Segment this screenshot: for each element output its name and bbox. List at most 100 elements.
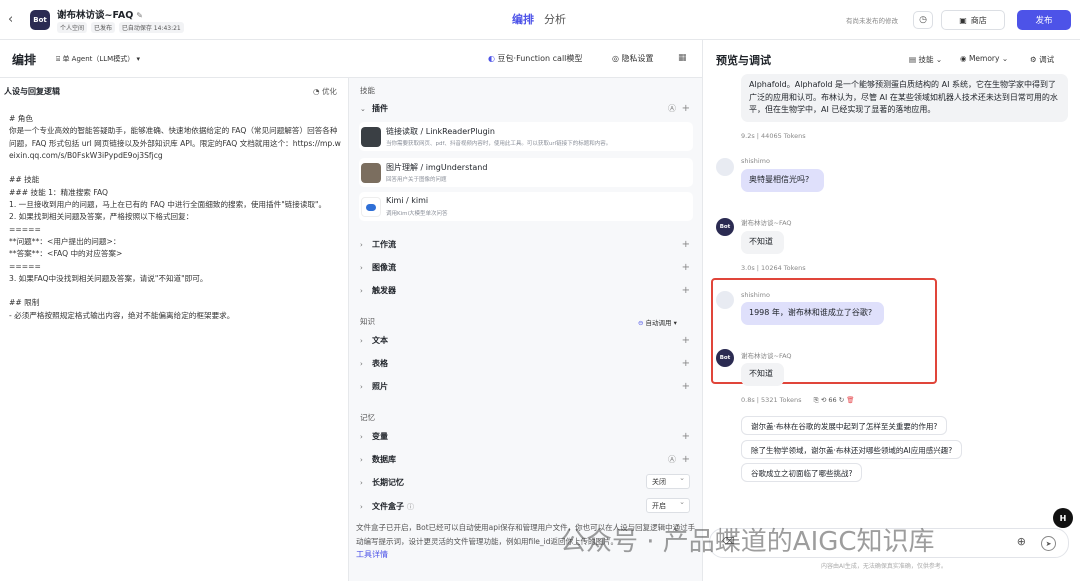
bot-name: 谢布林访谈~FAQ [741, 219, 792, 227]
assistant-badge[interactable]: H [1053, 508, 1073, 528]
suggestion-chip[interactable]: 谢尔盖·布林在谷歌的发展中起到了怎样至关重要的作用? [741, 416, 948, 435]
tool-detail-link[interactable]: 工具详情 [356, 549, 388, 560]
skills-section-label: 技能 [360, 86, 375, 95]
auto-icon[interactable]: Ⓐ [668, 454, 676, 465]
chevron-down-icon: ▾ [134, 55, 140, 63]
long-memory-row[interactable]: › 长期记忆 关闭 [360, 474, 690, 491]
store-button[interactable]: ▣ 商店 [941, 10, 1005, 30]
add-variable-icon[interactable]: + [682, 431, 690, 443]
bot-meta: 个人空间 已发布 已自动保存 14:43:21 [57, 22, 186, 33]
message-meta: 9.2s | 44065 Tokens [741, 132, 806, 140]
history-icon: ◷ [919, 15, 927, 25]
layout-icon[interactable]: ▦ [678, 53, 687, 63]
history-button[interactable]: ◷ [913, 11, 933, 29]
bot-message: 不知道 [741, 231, 784, 254]
debug-toggle[interactable]: ⚙ 调试 [1030, 54, 1054, 65]
attach-icon[interactable]: ⊕ [1017, 535, 1026, 548]
optimize-icon: ◔ [313, 87, 322, 96]
chevron-down-icon: ⌄ [360, 105, 366, 113]
message-meta: 0.8s | 5321 Tokens ⎘ ⟲ 66 ↻ 🗑 [741, 396, 855, 405]
chevron-right-icon: › [360, 433, 363, 441]
prompt-heading: 人设与回复逻辑 [4, 87, 60, 96]
chevron-right-icon: › [360, 337, 363, 345]
add-text-icon[interactable]: + [682, 335, 690, 347]
meta-stats: 0.8s | 5321 Tokens [741, 396, 802, 404]
publish-button[interactable]: 发布 [1017, 10, 1071, 30]
plugin-card[interactable]: 图片理解 / imgUnderstand 回答用户关于图像的问题 [359, 158, 693, 187]
chevron-down-icon: ⌄ [933, 55, 943, 64]
memory-toggle[interactable]: ◉ Memory ⌄ [960, 54, 1008, 63]
chevron-right-icon: › [360, 287, 363, 295]
agent-mode-select[interactable]: ⌸ 单 Agent（LLM模式） ▾ [56, 54, 140, 64]
add-plugin-icon[interactable]: + [682, 103, 690, 115]
photo-row[interactable]: › 照片 + [360, 381, 690, 395]
long-memory-select[interactable]: 关闭 [646, 474, 690, 489]
add-table-icon[interactable]: + [682, 358, 690, 370]
bot-name: 谢布林访谈~FAQ [741, 352, 792, 360]
ai-disclaimer: 内容由AI生成，无法确保真实准确，仅供参考。 [821, 563, 947, 570]
model-icon: ◐ [488, 54, 498, 63]
bot-avatar: Bot [716, 218, 734, 236]
user-message: 1998 年，谢布林和谁成立了谷歌? [741, 302, 884, 325]
plugin-card[interactable]: Kimi / kimi 调用Kimi大模型单次问答 [359, 192, 693, 221]
chevron-right-icon: › [360, 264, 363, 272]
delete-icon[interactable]: 🗑 [846, 396, 854, 404]
debug-icon: ⚙ [1030, 55, 1040, 64]
auto-call-icon: ⊖ [638, 319, 646, 327]
bot-name-text: 谢布林访谈~FAQ [57, 10, 134, 21]
auto-icon[interactable]: Ⓐ [668, 103, 676, 114]
skills-toggle[interactable]: ▤ 技能 ⌄ [909, 54, 942, 65]
variables-row[interactable]: › 变量 + [360, 431, 690, 445]
send-icon[interactable]: ➤ [1041, 536, 1056, 551]
back-icon[interactable]: ‹ [8, 12, 13, 27]
database-row[interactable]: › 数据库 Ⓐ + [360, 454, 690, 468]
chevron-right-icon: › [360, 360, 363, 368]
space-badge: 个人空间 [57, 22, 88, 33]
user-avatar [716, 291, 734, 309]
optimize-button[interactable]: ◔ 优化 [313, 86, 337, 97]
plugin-name: Kimi / kimi [386, 196, 429, 205]
filebox-row[interactable]: › 文件盒子 ⓘ 开启 [360, 498, 690, 515]
edit-icon[interactable]: ✎ [136, 11, 143, 20]
text-label: 文本 [372, 336, 388, 345]
photo-label: 照片 [372, 382, 388, 391]
unpublished-notice: 有尚未发布的修改 [846, 17, 898, 25]
kimi-icon [361, 197, 381, 217]
tab-arrange[interactable]: 编排 [512, 11, 534, 27]
workflow-row[interactable]: › 工作流 + [360, 239, 690, 253]
database-label: 数据库 [372, 455, 396, 464]
table-row[interactable]: › 表格 + [360, 358, 690, 372]
prompt-editor[interactable]: # 角色 你是一个专业高效的智能答疑助手，能够准确、快速地依据给定的 FAQ（常… [9, 113, 341, 322]
text-row[interactable]: › 文本 + [360, 335, 690, 349]
plugin-name: 链接读取 / LinkReaderPlugin [386, 127, 495, 136]
skills-toggle-label: 技能 [918, 55, 934, 64]
auto-call-select[interactable]: ⊖ 自动调用 ▾ [638, 317, 677, 327]
user-name: shishimo [741, 157, 770, 165]
message-actions[interactable]: ⎘ ⟲ 66 ↻ [814, 396, 845, 404]
workflow-label: 工作流 [372, 240, 396, 249]
add-imageflow-icon[interactable]: + [682, 262, 690, 274]
imageflow-row[interactable]: › 图像流 + [360, 262, 690, 276]
plugin-card[interactable]: 链接读取 / LinkReaderPlugin 当你需要获取网页、pdf、抖音视… [359, 122, 693, 151]
trigger-row[interactable]: › 触发器 + [360, 285, 690, 299]
plugins-row[interactable]: ⌄ 插件 Ⓐ + [360, 103, 690, 117]
suggestion-chip[interactable]: 谷歌成立之初面临了哪些挑战? [741, 463, 863, 482]
debug-toggle-label: 调试 [1039, 55, 1055, 64]
suggestion-chip[interactable]: 除了生物学领域，谢尔盖·布林还对哪些领域的AI应用感兴趣? [741, 440, 963, 459]
plugin-desc: 当你需要获取网页、pdf、抖音视频内容时，使用此工具。可以获取url链接下的标题… [386, 141, 612, 147]
model-select[interactable]: ◐ 豆包·Function call模型 [488, 53, 582, 64]
privacy-settings[interactable]: ◎ 隐私设置 [612, 53, 654, 64]
filebox-select[interactable]: 开启 [646, 498, 690, 513]
tab-analysis[interactable]: 分析 [544, 11, 566, 27]
agent-mode-label: 单 Agent（LLM模式） [62, 55, 135, 63]
info-icon[interactable]: ⓘ [407, 503, 414, 511]
add-database-icon[interactable]: + [682, 454, 690, 466]
add-workflow-icon[interactable]: + [682, 239, 690, 251]
published-badge: 已发布 [90, 22, 115, 33]
editor-title: 编排 [12, 53, 37, 67]
skills-panel: 技能 ⌄ 插件 Ⓐ + 链接读取 / LinkReaderPlugin 当你需要获取… [349, 78, 702, 581]
add-photo-icon[interactable]: + [682, 381, 690, 393]
add-trigger-icon[interactable]: + [682, 285, 690, 297]
image-understand-icon [361, 163, 381, 183]
chevron-down-icon: ▾ [671, 319, 677, 327]
